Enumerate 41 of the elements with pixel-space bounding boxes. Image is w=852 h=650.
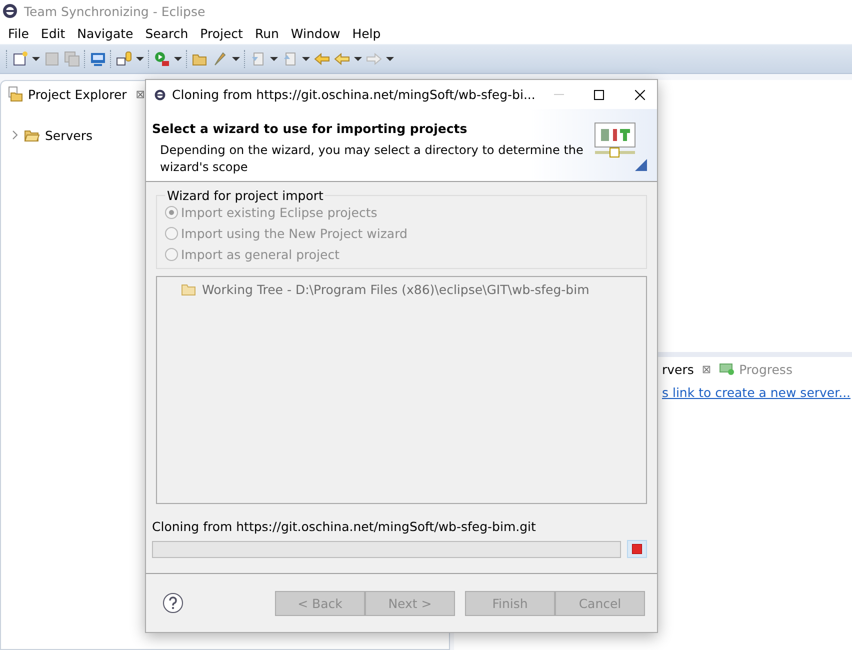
- stop-button[interactable]: [627, 540, 647, 558]
- menu-item[interactable]: Navigate: [71, 26, 140, 40]
- dialog-title: Cloning from https://git.oschina.net/mingSoft/wb-sfeg-bi...: [172, 87, 536, 102]
- menu-item[interactable]: Window: [284, 26, 346, 40]
- progress-icon: [719, 361, 736, 377]
- close-icon[interactable]: ⊠: [136, 88, 146, 100]
- database-icon[interactable]: [116, 51, 132, 67]
- wizard-description: Depending on the wizard, you may select a directory to determine the wizard's scope: [159, 142, 584, 176]
- create-server-link[interactable]: s link to create a new server...: [662, 385, 852, 400]
- caret-icon[interactable]: [354, 56, 362, 62]
- run-icon[interactable]: [154, 51, 170, 67]
- window-title: Team Synchronizing - Eclipse: [24, 4, 206, 18]
- git-banner-icon: [593, 121, 649, 173]
- menu-item[interactable]: Project: [194, 26, 249, 40]
- menu-item[interactable]: File: [2, 26, 35, 40]
- status-text: Cloning from https://git.oschina.net/mingSoft/wb-sfeg-bim.git: [152, 519, 537, 534]
- view-tab[interactable]: Progress: [739, 362, 792, 376]
- menu-item[interactable]: Search: [139, 26, 194, 40]
- monitor-icon[interactable]: [90, 51, 106, 67]
- view-tab[interactable]: Project Explorer: [28, 86, 127, 102]
- menu-item[interactable]: Help: [346, 26, 387, 40]
- help-icon[interactable]: [162, 592, 184, 614]
- caret-icon[interactable]: [386, 56, 394, 62]
- close-icon[interactable]: ⊠: [702, 362, 712, 376]
- caret-icon[interactable]: [232, 56, 240, 62]
- caret-icon[interactable]: [174, 56, 182, 62]
- caret-icon[interactable]: [32, 56, 40, 62]
- group-label: Wizard for project import: [166, 188, 324, 203]
- menu-item[interactable]: Edit: [34, 26, 72, 40]
- wizard-title: Select a wizard to use for importing projects: [152, 121, 468, 136]
- caret-icon[interactable]: [136, 56, 144, 62]
- folder-icon: [7, 86, 23, 102]
- caret-icon[interactable]: [270, 56, 278, 62]
- maximize-icon[interactable]: [594, 90, 604, 100]
- close-icon[interactable]: [634, 90, 645, 100]
- view-tab[interactable]: rvers: [662, 362, 694, 376]
- tree-item[interactable]: Servers: [45, 128, 93, 142]
- menu-item[interactable]: Run: [248, 26, 285, 40]
- caret-icon[interactable]: [302, 56, 310, 62]
- expand-icon[interactable]: [11, 130, 19, 140]
- new-file-icon[interactable]: [12, 51, 28, 67]
